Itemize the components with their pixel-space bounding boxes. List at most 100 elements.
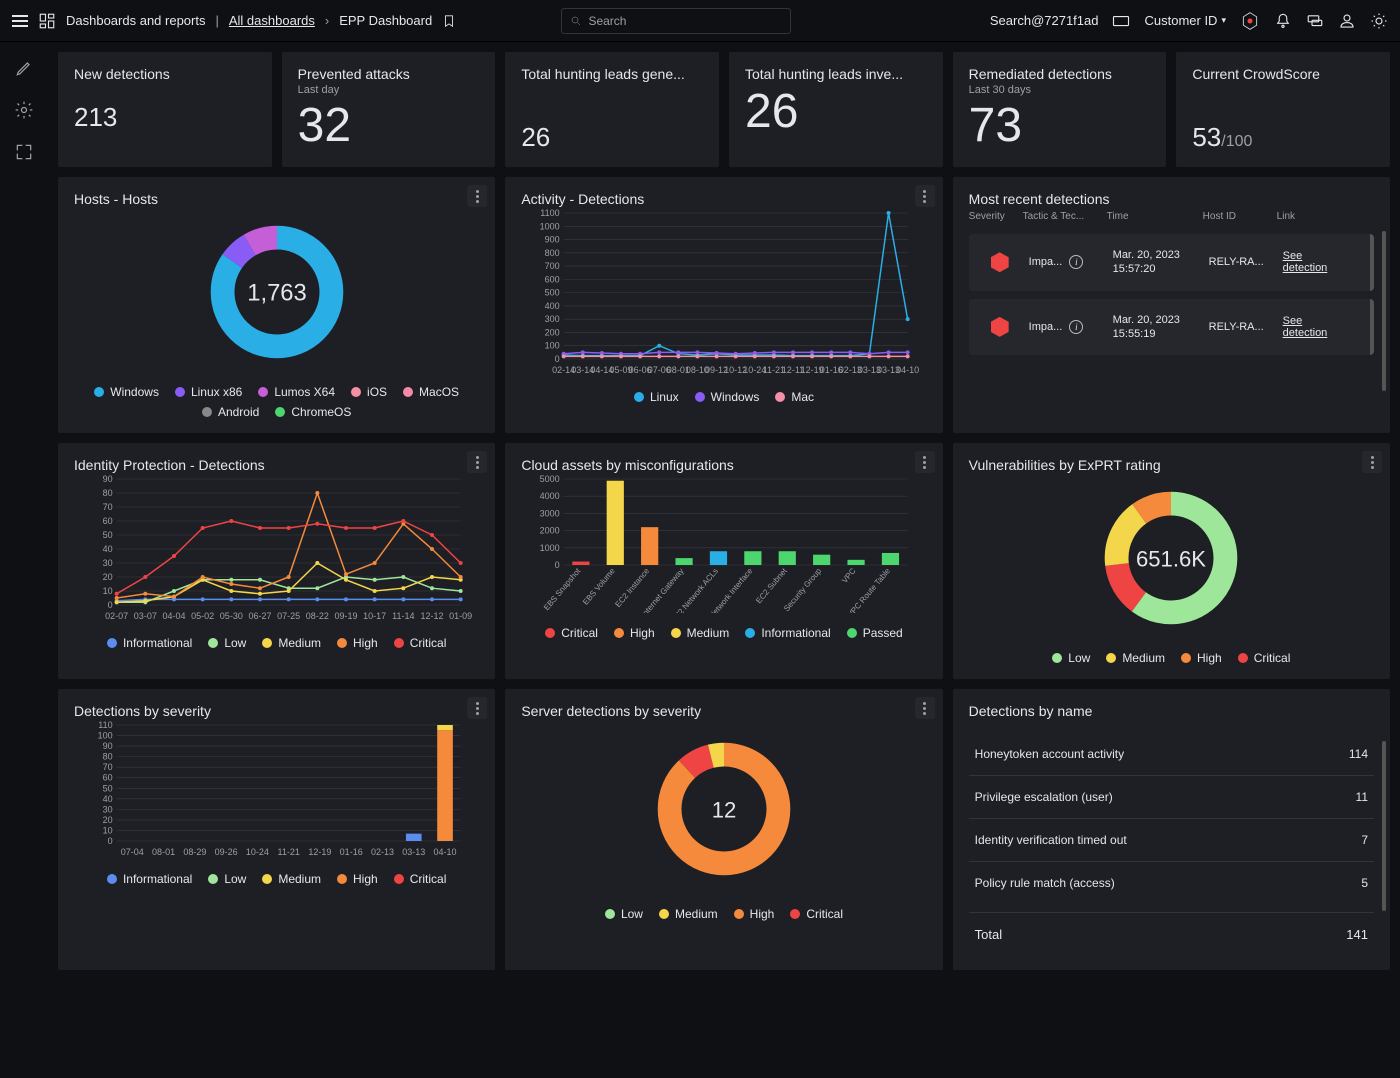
search-input[interactable]: Search bbox=[561, 8, 791, 34]
network-icon[interactable] bbox=[1240, 11, 1260, 31]
list-item[interactable]: Policy rule match (access)5 bbox=[969, 861, 1374, 904]
idp-legend: Informational Low Medium High Critical bbox=[74, 636, 479, 650]
table-row[interactable]: Impa... iMar. 20, 202315:55:19RELY-RA...… bbox=[969, 299, 1374, 356]
legend-item[interactable]: Lumos X64 bbox=[258, 385, 335, 399]
legend-item[interactable]: Medium bbox=[1106, 651, 1165, 665]
kpi-title: Total hunting leads inve... bbox=[745, 66, 927, 82]
legend-item[interactable]: Windows bbox=[94, 385, 159, 399]
legend-item[interactable]: Medium bbox=[659, 907, 718, 921]
panel-title: Hosts - Hosts bbox=[74, 191, 479, 207]
chat-icon[interactable] bbox=[1306, 12, 1324, 30]
legend-item[interactable]: Linux x86 bbox=[175, 385, 242, 399]
legend-item[interactable]: Low bbox=[208, 636, 246, 650]
legend-item[interactable]: Critical bbox=[790, 907, 843, 921]
table-row[interactable]: Impa... iMar. 20, 202315:57:20RELY-RA...… bbox=[969, 234, 1374, 291]
svg-text:1100: 1100 bbox=[541, 208, 560, 218]
legend-item[interactable]: iOS bbox=[351, 385, 387, 399]
bell-icon[interactable] bbox=[1274, 12, 1292, 30]
legend-item[interactable]: Mac bbox=[775, 390, 814, 404]
legend-item[interactable]: Critical bbox=[394, 872, 447, 886]
detection-link[interactable]: See detection bbox=[1283, 315, 1343, 339]
scrollbar[interactable] bbox=[1382, 231, 1386, 391]
legend-item[interactable]: Informational bbox=[745, 626, 830, 640]
svg-text:400: 400 bbox=[545, 301, 560, 311]
svg-text:30: 30 bbox=[103, 804, 113, 814]
gear-icon[interactable] bbox=[14, 100, 34, 120]
svg-text:1000: 1000 bbox=[540, 221, 560, 231]
time-cell: Mar. 20, 202315:55:19 bbox=[1113, 313, 1205, 342]
menu-button[interactable] bbox=[915, 185, 935, 207]
customer-id-dropdown[interactable]: Customer ID▾ bbox=[1144, 13, 1226, 28]
panel-title: Most recent detections bbox=[969, 191, 1374, 207]
legend-item[interactable]: Medium bbox=[262, 636, 321, 650]
svg-text:05-30: 05-30 bbox=[220, 611, 243, 621]
expand-icon[interactable] bbox=[14, 142, 34, 162]
legend-item[interactable]: High bbox=[337, 636, 378, 650]
legend-item[interactable]: Low bbox=[605, 907, 643, 921]
detection-link[interactable]: See detection bbox=[1283, 250, 1343, 274]
legend-item[interactable]: ChromeOS bbox=[275, 405, 351, 419]
bookmark-icon[interactable] bbox=[442, 14, 456, 28]
theme-icon[interactable] bbox=[1370, 12, 1388, 30]
menu-button[interactable] bbox=[467, 451, 487, 473]
svg-text:10: 10 bbox=[103, 825, 113, 835]
kpi-hunting-investigated: Total hunting leads inve... 26 bbox=[729, 52, 943, 167]
table-header: SeverityTactic & Tec...TimeHost IDLink bbox=[969, 207, 1374, 226]
server-severity-panel: Server detections by severity 12 LowMedi… bbox=[505, 689, 942, 970]
user-icon[interactable] bbox=[1338, 12, 1356, 30]
hosts-donut: 1,763 bbox=[192, 207, 362, 377]
legend-item[interactable]: Medium bbox=[671, 626, 730, 640]
menu-button[interactable] bbox=[915, 697, 935, 719]
menu-button[interactable] bbox=[1362, 451, 1382, 473]
legend-item[interactable]: Informational bbox=[107, 636, 192, 650]
svg-text:0: 0 bbox=[555, 354, 560, 364]
hosts-legend: Windows Linux x86 Lumos X64 iOS MacOS Android… bbox=[74, 385, 479, 419]
svg-text:90: 90 bbox=[103, 741, 113, 751]
legend-item[interactable]: Critical bbox=[545, 626, 598, 640]
legend-item[interactable]: High bbox=[614, 626, 655, 640]
activity-chart: 01002003004005006007008009001000110002-1… bbox=[521, 207, 926, 377]
menu-button[interactable] bbox=[915, 451, 935, 473]
legend-item[interactable]: Linux bbox=[634, 390, 679, 404]
legend-item[interactable]: Critical bbox=[1238, 651, 1291, 665]
panel-title: Identity Protection - Detections bbox=[74, 457, 479, 473]
menu-button[interactable] bbox=[467, 185, 487, 207]
svg-text:90: 90 bbox=[103, 474, 113, 484]
svg-text:110: 110 bbox=[98, 720, 112, 730]
list-item[interactable]: Identity verification timed out7 bbox=[969, 818, 1374, 861]
svg-text:09-26: 09-26 bbox=[215, 847, 238, 857]
keyboard-icon[interactable] bbox=[1112, 12, 1130, 30]
scrollbar[interactable] bbox=[1382, 741, 1386, 911]
legend-item[interactable]: Passed bbox=[847, 626, 903, 640]
legend-item[interactable]: High bbox=[734, 907, 775, 921]
hamburger-icon[interactable] bbox=[12, 15, 28, 27]
legend-item[interactable]: Critical bbox=[394, 636, 447, 650]
legend-item[interactable]: Low bbox=[1052, 651, 1090, 665]
menu-button[interactable] bbox=[467, 697, 487, 719]
legend-item[interactable]: Informational bbox=[107, 872, 192, 886]
host-cell: RELY-RA... bbox=[1209, 256, 1279, 268]
left-sidebar bbox=[0, 42, 48, 980]
legend-item[interactable]: Android bbox=[202, 405, 259, 419]
breadcrumb-root[interactable]: All dashboards bbox=[229, 13, 315, 28]
legend-item[interactable]: Low bbox=[208, 872, 246, 886]
vuln-donut: 651.6K bbox=[1086, 473, 1256, 643]
info-icon[interactable]: i bbox=[1069, 320, 1083, 334]
legend-item[interactable]: High bbox=[337, 872, 378, 886]
breadcrumb-current: EPP Dashboard bbox=[339, 13, 432, 28]
vuln-panel: Vulnerabilities by ExPRT rating 651.6K L… bbox=[953, 443, 1390, 679]
list-item[interactable]: Honeytoken account activity114 bbox=[969, 733, 1374, 775]
svg-text:20: 20 bbox=[103, 815, 113, 825]
edit-icon[interactable] bbox=[14, 58, 34, 78]
dashboards-icon[interactable] bbox=[38, 12, 56, 30]
list-item[interactable]: Privilege escalation (user)11 bbox=[969, 775, 1374, 818]
legend-item[interactable]: Windows bbox=[695, 390, 760, 404]
svg-text:Security Group: Security Group bbox=[782, 566, 824, 613]
legend-item[interactable]: Medium bbox=[262, 872, 321, 886]
info-icon[interactable]: i bbox=[1069, 255, 1083, 269]
legend-item[interactable]: MacOS bbox=[403, 385, 459, 399]
svg-text:60: 60 bbox=[103, 516, 113, 526]
kpi-title: Prevented attacks bbox=[298, 66, 480, 82]
svg-text:70: 70 bbox=[103, 762, 113, 772]
legend-item[interactable]: High bbox=[1181, 651, 1222, 665]
